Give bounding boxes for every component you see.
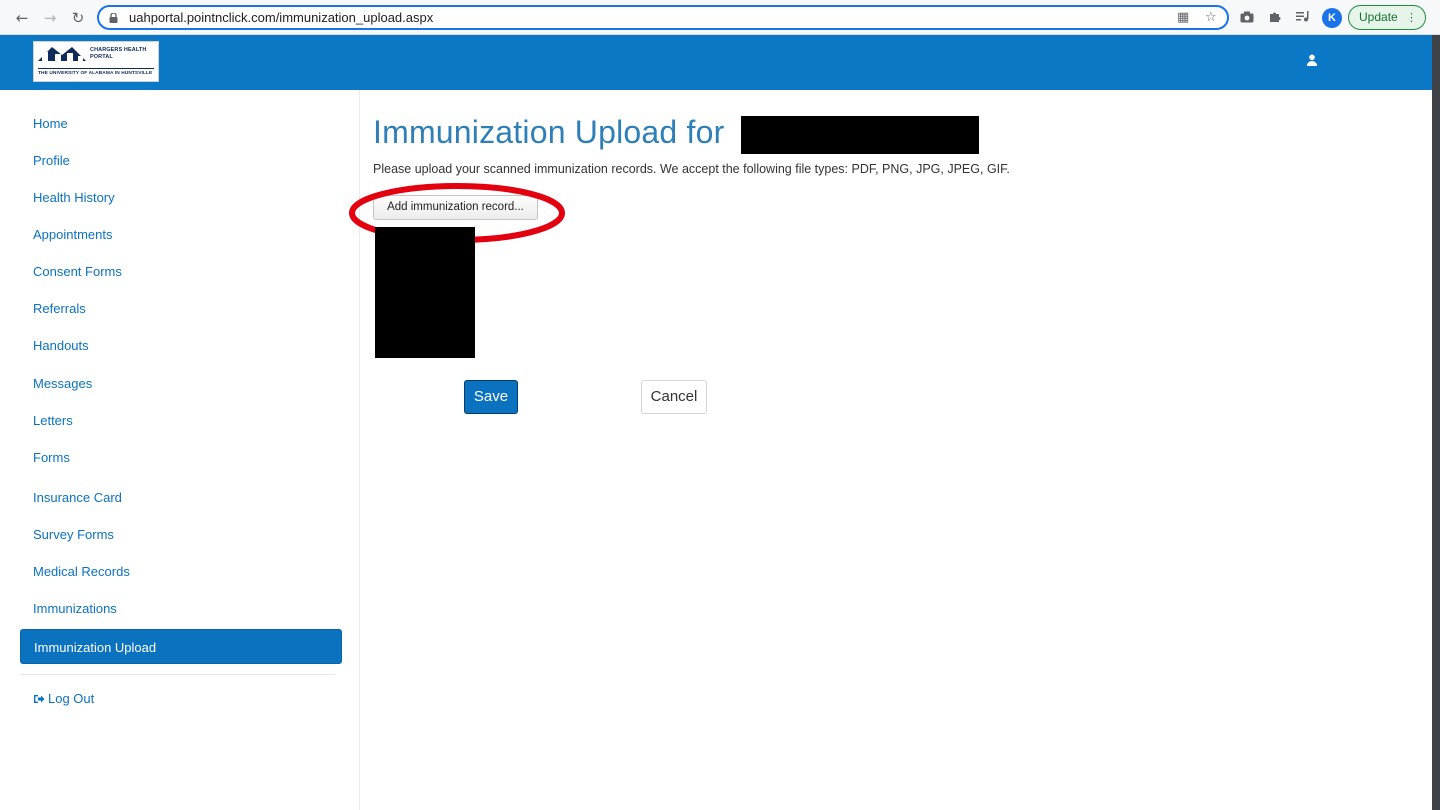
camera-icon[interactable] — [1238, 8, 1256, 26]
more-menu-icon[interactable]: ⋮ — [1406, 6, 1417, 29]
sidebar-item-profile[interactable]: Profile — [20, 143, 342, 178]
sidebar-item-handouts[interactable]: Handouts — [20, 328, 342, 363]
screen: ← → ↻ uahportal.pointnclick.com/immuniza… — [0, 0, 1440, 810]
forward-arrow-icon[interactable]: → — [40, 8, 60, 28]
redacted-preview-block — [375, 227, 475, 358]
sidebar-item-survey-forms[interactable]: Survey Forms — [20, 517, 342, 552]
portal-logo[interactable]: CHARGERS HEALTH PORTAL THE UNIVERSITY OF… — [33, 41, 159, 82]
logout-label: Log Out — [48, 691, 95, 706]
extensions-puzzle-icon[interactable] — [1266, 8, 1284, 26]
save-button[interactable]: Save — [464, 380, 518, 414]
sidebar-item-health-history[interactable]: Health History — [20, 180, 342, 215]
sidebar-item-immunization-upload[interactable]: Immunization Upload — [20, 629, 342, 664]
url-text[interactable]: uahportal.pointnclick.com/immunization_u… — [129, 10, 433, 25]
logo-text-line1: CHARGERS HEALTH — [90, 47, 147, 53]
lock-icon — [109, 13, 118, 23]
upload-instructions: Please upload your scanned immunization … — [373, 162, 1010, 176]
sidebar-item-immunizations[interactable]: Immunizations — [20, 591, 342, 626]
sidebar-item-letters[interactable]: Letters — [20, 403, 342, 438]
logo-rule — [38, 68, 154, 69]
sidebar-item-appointments[interactable]: Appointments — [20, 217, 342, 252]
sidebar-item-insurance-card[interactable]: Insurance Card — [20, 480, 342, 515]
sidebar-item-referrals[interactable]: Referrals — [20, 291, 342, 326]
browser-toolbar: ← → ↻ uahportal.pointnclick.com/immuniza… — [0, 0, 1440, 35]
sidebar-item-forms[interactable]: Forms — [20, 440, 342, 475]
media-queue-icon[interactable] — [1294, 8, 1312, 26]
back-arrow-icon[interactable]: ← — [12, 8, 32, 28]
sidebar-item-home[interactable]: Home — [20, 106, 342, 141]
logout-icon — [34, 695, 45, 703]
update-label: Update — [1359, 10, 1398, 24]
uah-logo-mark-icon — [38, 47, 86, 61]
page-title: Immunization Upload for — [373, 114, 725, 150]
qr-code-icon[interactable]: ▦ — [1177, 10, 1189, 25]
sidebar-item-messages[interactable]: Messages — [20, 366, 342, 401]
sidebar-item-medical-records[interactable]: Medical Records — [20, 554, 342, 589]
sidebar-divider — [20, 674, 335, 675]
browser-update-button[interactable]: Update ⋮ — [1348, 5, 1426, 30]
site-header: CHARGERS HEALTH PORTAL THE UNIVERSITY OF… — [0, 35, 1432, 90]
profile-avatar[interactable]: K — [1322, 8, 1342, 28]
bookmark-star-icon[interactable]: ☆ — [1205, 10, 1217, 25]
address-bar[interactable]: uahportal.pointnclick.com/immunization_u… — [97, 5, 1229, 30]
redacted-name-block — [741, 116, 979, 154]
sidebar-item-consent-forms[interactable]: Consent Forms — [20, 254, 342, 289]
logout-link[interactable]: Log Out — [33, 691, 94, 706]
logo-text-line2: PORTAL — [90, 54, 113, 60]
reload-icon[interactable]: ↻ — [68, 8, 88, 28]
logo-text-line3: THE UNIVERSITY OF ALABAMA IN HUNTSVILLE — [38, 71, 153, 76]
window-edge — [1432, 35, 1440, 810]
sidebar-nav: Home Profile Health History Appointments… — [0, 90, 360, 810]
cancel-button[interactable]: Cancel — [641, 380, 707, 414]
user-account-icon[interactable] — [1306, 54, 1318, 66]
